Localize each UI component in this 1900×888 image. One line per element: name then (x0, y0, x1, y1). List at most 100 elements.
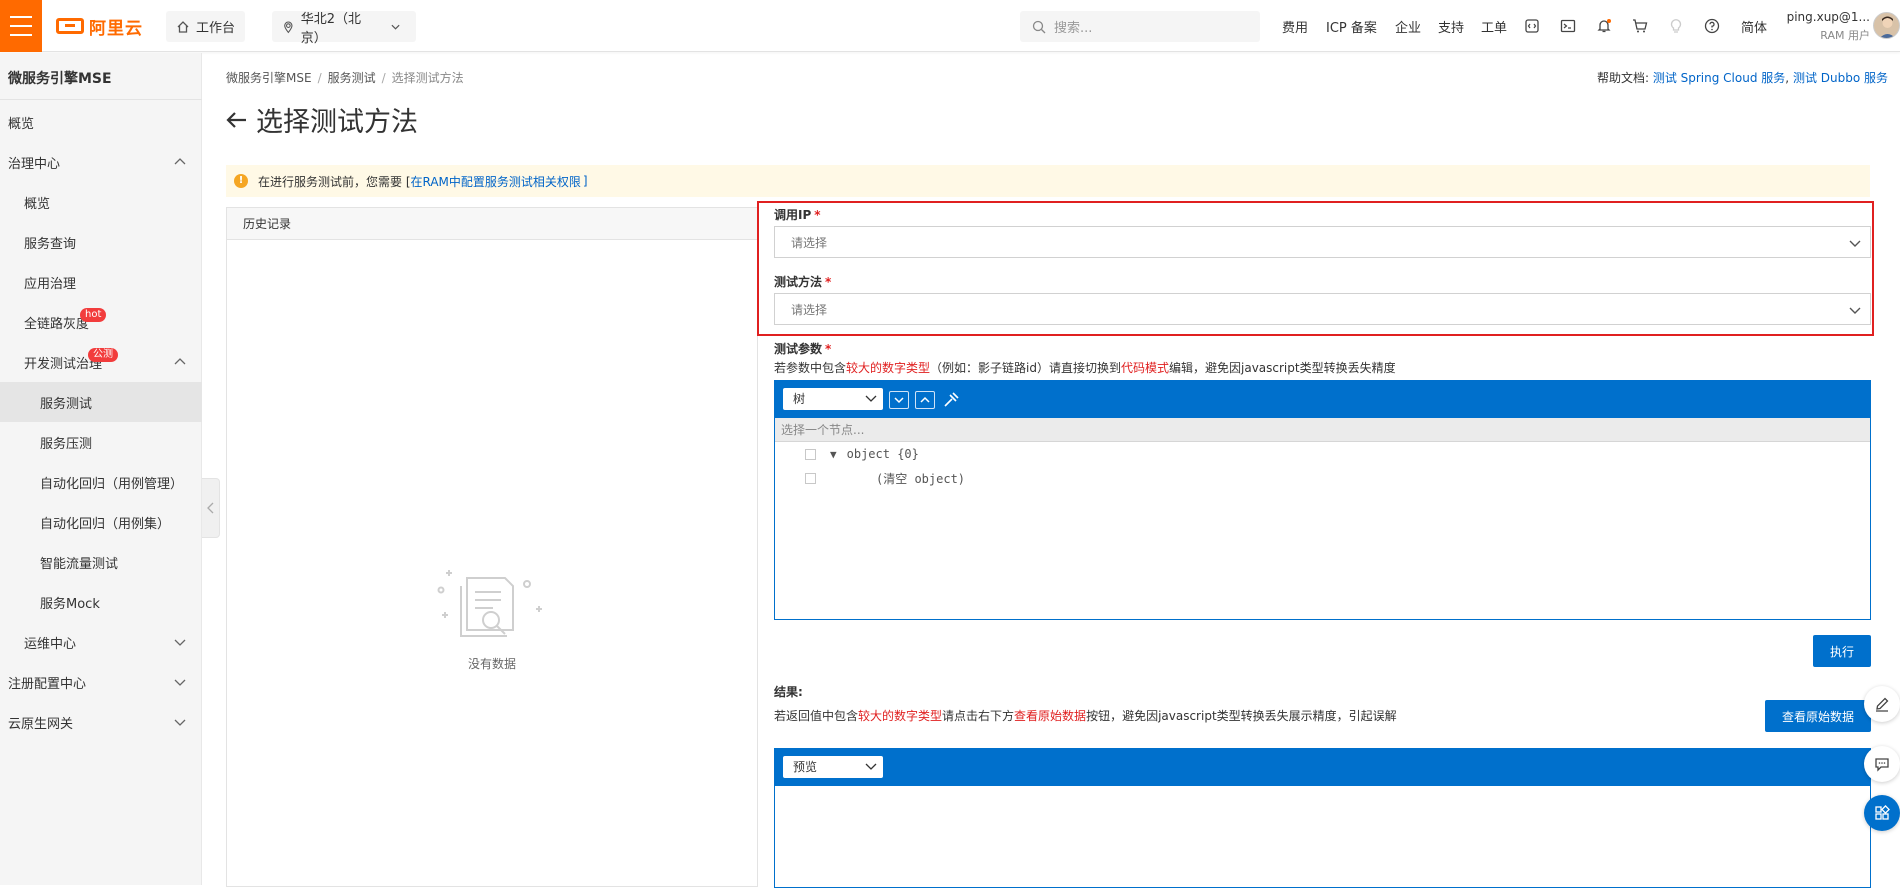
workbench-label: 工作台 (196, 21, 236, 36)
beta-badge: 公测 (88, 348, 118, 362)
home-icon (177, 20, 189, 33)
help-link-dubbo[interactable]: 测试 Dubbo 服务 (1793, 71, 1888, 85)
code-icon[interactable] (1522, 16, 1542, 36)
sidebar-item-label: 运维中心 (24, 636, 77, 652)
lightbulb-icon[interactable] (1666, 16, 1686, 36)
sidebar-item-governance-center[interactable]: 治理中心 (0, 142, 202, 182)
apps-button[interactable] (1864, 795, 1900, 831)
sidebar-item-label: 服务压测 (40, 436, 93, 452)
chat-button[interactable] (1864, 746, 1900, 782)
tree-empty-label: (清空 object) (876, 471, 966, 486)
result-viewer: 预览 (774, 748, 1871, 888)
hint-highlight: 代码模式 (1120, 361, 1169, 375)
feedback-edit-button[interactable] (1864, 686, 1900, 722)
result-mode-value: 预览 (793, 760, 818, 774)
hot-badge: hot (80, 308, 107, 322)
icp-link[interactable]: ICP 备案 (1326, 17, 1377, 36)
sidebar-item-label: 云原生网关 (8, 716, 74, 732)
enterprise-link[interactable]: 企业 (1395, 17, 1421, 36)
sidebar-item-label: 服务Mock (40, 596, 100, 612)
ticket-link[interactable]: 工单 (1481, 17, 1507, 36)
help-icon[interactable] (1702, 16, 1722, 36)
repair-button[interactable] (941, 391, 961, 409)
notification-bell-icon[interactable] (1594, 16, 1614, 36)
tree-root-row[interactable]: ▼ object {0} (805, 444, 919, 464)
ram-permission-link[interactable]: 在RAM中配置服务测试相关权限 (411, 173, 581, 190)
test-params-label-text: 测试参数 (774, 342, 823, 356)
top-navigation-bar: 阿里云 工作台 华北2（北京） 搜索... 费用 ICP 备案 企业 支持 工单… (0, 0, 1900, 52)
sidebar-collapse-handle[interactable] (202, 478, 220, 538)
editor-mode-select[interactable]: 树 (783, 388, 883, 410)
history-panel: 历史记录 没有数据 (226, 207, 758, 887)
sidebar-item-regression-set[interactable]: 自动化回归（用例集） (0, 502, 202, 542)
search-input[interactable]: 搜索... (1020, 11, 1260, 42)
row-checkbox[interactable] (805, 448, 816, 460)
tree-empty-row[interactable]: (清空 object) (805, 468, 965, 488)
sidebar-item-service-query[interactable]: 服务查询 (0, 222, 202, 262)
sidebar-item-service-mock[interactable]: 服务Mock (0, 582, 202, 622)
region-selector[interactable]: 华北2（北京） (272, 11, 416, 46)
wrench-icon (944, 392, 959, 407)
sidebar-item-label: 概览 (8, 116, 35, 132)
cart-icon[interactable] (1630, 16, 1650, 36)
breadcrumb-mse[interactable]: 微服务引擎MSE (226, 71, 312, 85)
sidebar-item-label: 注册配置中心 (8, 676, 87, 692)
workbench-button[interactable]: 工作台 (166, 11, 246, 42)
avatar[interactable] (1873, 12, 1900, 39)
aliyun-logo[interactable]: 阿里云 (56, 16, 143, 39)
collapse-all-button[interactable] (915, 391, 935, 409)
row-checkbox[interactable] (805, 472, 816, 484)
language-switch[interactable]: 简体 (1741, 17, 1767, 36)
editor-node-path[interactable]: 选择一个节点... (775, 418, 1870, 442)
chevron-down-icon (174, 719, 186, 726)
support-link[interactable]: 支持 (1438, 17, 1464, 36)
sidebar-item-cloud-gateway[interactable]: 云原生网关 (0, 702, 202, 742)
test-method-placeholder: 请选择 (791, 302, 828, 317)
params-json-editor: 树 选择一个节点... ▼ object {0} (清空 object) (774, 380, 1871, 620)
test-params-label: 测试参数 * (774, 340, 831, 357)
chevron-down-icon (1849, 240, 1861, 247)
warning-icon: ! (234, 174, 248, 188)
sidebar-item-gov-overview[interactable]: 概览 (0, 182, 202, 222)
sidebar-item-service-test[interactable]: 服务测试 (0, 382, 202, 422)
back-arrow-icon[interactable] (226, 111, 248, 129)
empty-state-label: 没有数据 (467, 657, 516, 671)
hint-highlight: 查看原始数据 (1014, 709, 1087, 723)
menu-icon[interactable] (0, 0, 42, 52)
sidebar-item-regression-case[interactable]: 自动化回归（用例管理） (0, 462, 202, 502)
sidebar-item-stress-test[interactable]: 服务压测 (0, 422, 202, 462)
sidebar-item-label: 治理中心 (8, 156, 61, 172)
sidebar-item-label: 自动化回归（用例管理） (40, 476, 184, 492)
sidebar-item-ops-center[interactable]: 运维中心 (0, 622, 202, 662)
expand-all-button[interactable] (889, 391, 909, 409)
execute-button[interactable]: 执行 (1813, 635, 1871, 667)
result-mode-select[interactable]: 预览 (783, 756, 883, 778)
sidebar-title: 微服务引擎MSE (8, 71, 112, 87)
sidebar-item-label: 服务测试 (40, 396, 93, 412)
execute-label: 执行 (1829, 644, 1854, 659)
chevron-left-icon (206, 502, 213, 514)
sidebar-item-smart-traffic[interactable]: 智能流量测试 (0, 542, 202, 582)
sidebar-item-registry-config[interactable]: 注册配置中心 (0, 662, 202, 702)
hint-text: 若返回值中包含 (774, 709, 859, 723)
user-name: ping.xup@1... (1786, 10, 1870, 24)
invoke-ip-select[interactable]: 请选择 (774, 226, 1871, 258)
chevron-up-icon (174, 158, 186, 165)
page-title: 选择测试方法 (226, 100, 418, 139)
expand-triangle-icon[interactable]: ▼ (830, 448, 837, 461)
help-link-spring-cloud[interactable]: 测试 Spring Cloud 服务 (1653, 71, 1785, 85)
sidebar-item-app-governance[interactable]: 应用治理 (0, 262, 202, 302)
billing-link[interactable]: 费用 (1282, 17, 1308, 36)
search-icon (1032, 20, 1046, 33)
collapse-icon (920, 396, 930, 403)
user-info[interactable]: ping.xup@1... RAM 用户 (1785, 10, 1870, 43)
breadcrumb-service-test[interactable]: 服务测试 (328, 71, 376, 85)
hint-highlight: 较大的数字类型 (858, 709, 943, 723)
sidebar-item-full-link-gray[interactable]: 全链路灰度 hot (0, 302, 202, 342)
view-raw-data-button[interactable]: 查看原始数据 (1765, 700, 1871, 732)
sidebar-item-overview[interactable]: 概览 (0, 102, 202, 142)
terminal-icon[interactable] (1558, 16, 1578, 36)
test-method-select[interactable]: 请选择 (774, 293, 1871, 325)
sidebar-item-dev-test-governance[interactable]: 开发测试治理 公测 (0, 342, 202, 382)
sidebar-item-label: 智能流量测试 (40, 556, 119, 572)
